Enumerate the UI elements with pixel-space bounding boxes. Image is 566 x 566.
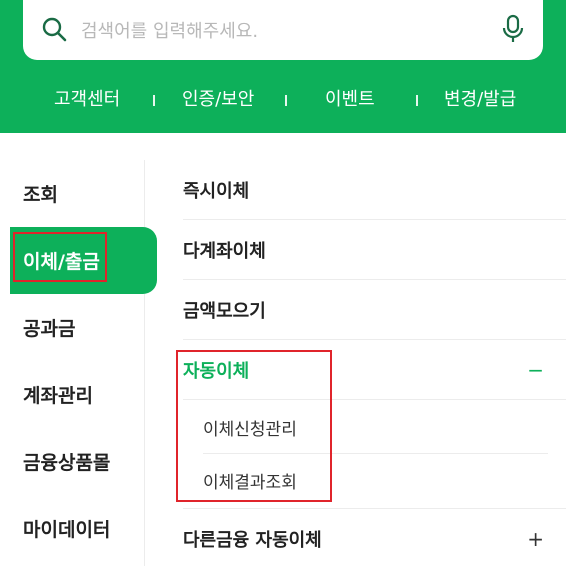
quick-nav: 고객센터 인증/보안 이벤트 변경/발급 [0, 84, 566, 116]
search-bar[interactable]: 검색어를 입력해주세요. [23, 0, 543, 60]
category-utility-bills[interactable]: 공과금 [0, 294, 146, 361]
menu-multi-account-transfer[interactable]: 다계좌이체 [183, 220, 566, 280]
search-input[interactable]: 검색어를 입력해주세요. [81, 17, 258, 43]
quick-nav-change-issue[interactable]: 변경/발급 [444, 84, 516, 116]
search-icon[interactable] [41, 16, 67, 42]
highlight-box-auto-transfer [176, 350, 332, 502]
quick-nav-separator [416, 95, 418, 106]
menu-money-gathering[interactable]: 금액모으기 [183, 280, 566, 340]
category-mydata[interactable]: 마이데이터 [0, 495, 146, 562]
menu-other-finance-auto-transfer[interactable]: 다른금융 자동이체 + [183, 508, 566, 566]
quick-nav-auth-security[interactable]: 인증/보안 [182, 84, 254, 116]
category-inquiry[interactable]: 조회 [0, 160, 146, 227]
highlight-box-category [13, 232, 107, 282]
quick-nav-customer-center[interactable]: 고객센터 [54, 84, 120, 116]
menu-label: 즉시이체 [183, 180, 250, 202]
category-account-management[interactable]: 계좌관리 [0, 361, 146, 428]
menu-label: 금액모으기 [183, 300, 266, 322]
category-sidebar: 조회 이체/출금 공과금 계좌관리 금융상품몰 마이데이터 [0, 160, 157, 566]
app-header: 검색어를 입력해주세요. 고객센터 인증/보안 이벤트 변경/발급 [0, 0, 566, 133]
menu-label: 다른금융 자동이체 [183, 529, 322, 551]
collapse-icon[interactable]: − [527, 340, 544, 400]
expand-icon[interactable]: + [527, 509, 544, 566]
menu-instant-transfer[interactable]: 즉시이체 [183, 160, 566, 220]
category-financial-mall[interactable]: 금융상품몰 [0, 428, 146, 495]
menu-label: 다계좌이체 [183, 240, 266, 262]
quick-nav-separator [285, 95, 287, 106]
quick-nav-separator [153, 95, 155, 106]
quick-nav-events[interactable]: 이벤트 [325, 84, 375, 116]
mic-icon[interactable] [501, 14, 525, 44]
